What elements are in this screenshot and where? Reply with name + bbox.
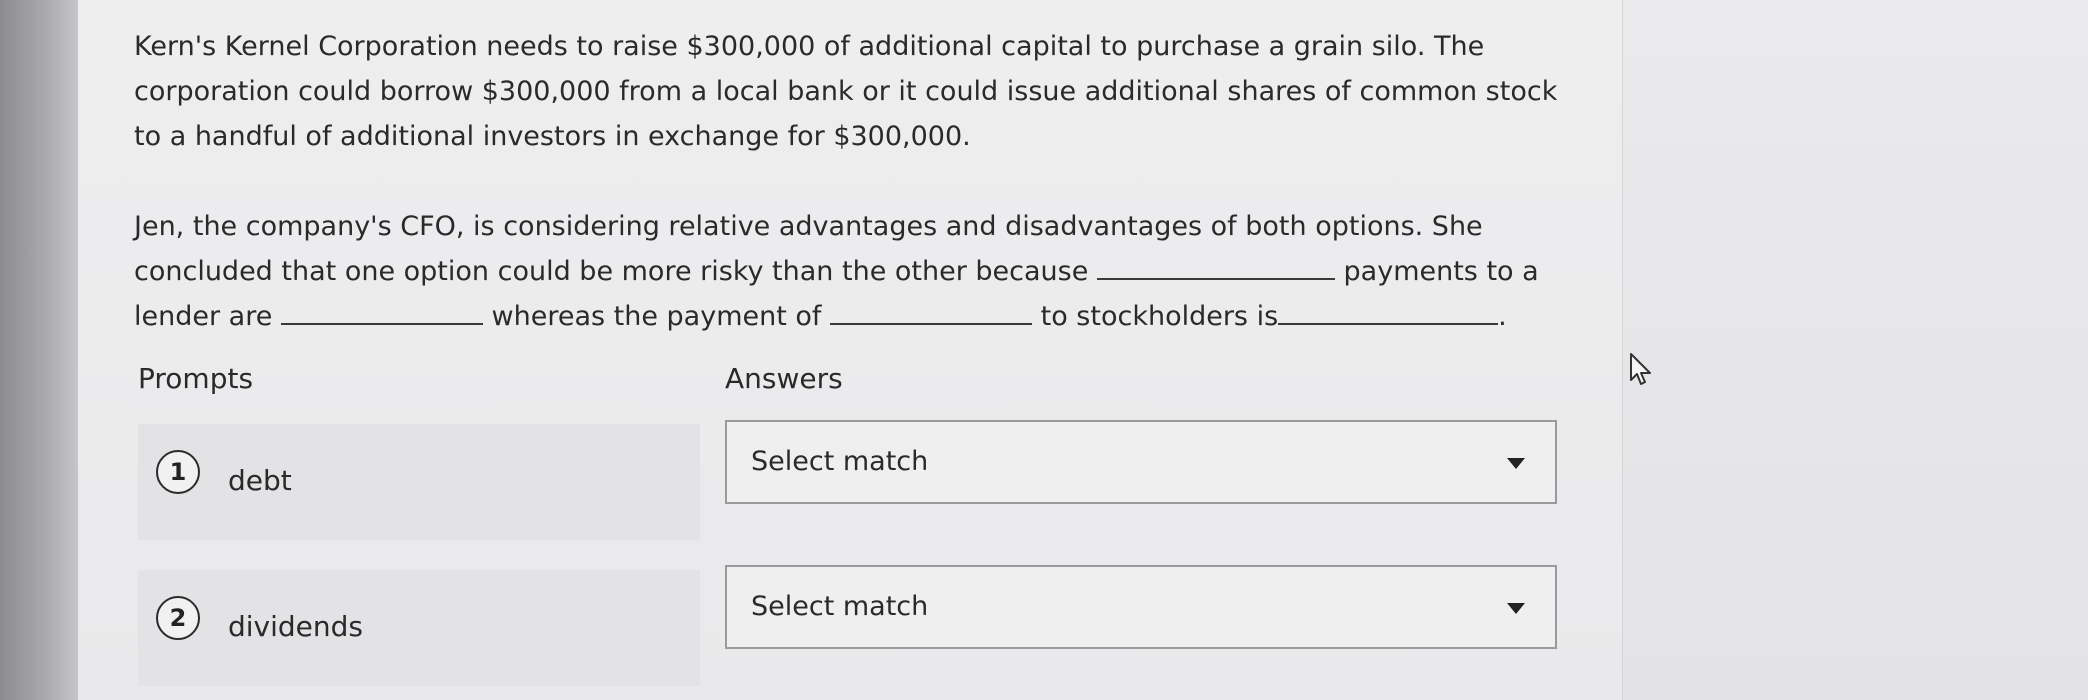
select-value: Select match: [751, 591, 929, 622]
select-value: Select match: [751, 446, 929, 477]
fill-in-sentence: Jen, the company's CFO, is considering r…: [134, 204, 1574, 339]
answer-select-1[interactable]: Select match: [725, 420, 1557, 504]
question-text: Kern's Kernel Corporation needs to raise…: [134, 31, 1558, 152]
prompt-label: debt: [228, 464, 292, 497]
caret-down-icon: [1507, 458, 1525, 469]
prompt-number-badge: 2: [156, 596, 200, 640]
blank-4: [1278, 301, 1499, 325]
prompt-label: dividends: [228, 610, 364, 643]
sentence-part-4: to stockholders is: [1040, 301, 1279, 332]
sentence-part-3: whereas the payment of: [491, 301, 822, 332]
page-background-right: [1623, 0, 2088, 700]
prompt-item: 1 debt: [138, 424, 700, 540]
prompt-item: 2 dividends: [138, 570, 700, 686]
answers-heading: Answers: [725, 362, 843, 395]
blank-3: [830, 301, 1033, 325]
sentence-end: .: [1498, 301, 1507, 332]
prompts-heading: Prompts: [138, 362, 254, 395]
blank-2: [280, 301, 483, 325]
screen-bezel: [0, 0, 78, 700]
blank-1: [1096, 256, 1335, 280]
prompt-number-badge: 1: [156, 450, 200, 494]
mouse-pointer-icon: [1630, 353, 1651, 385]
answer-select-2[interactable]: Select match: [725, 565, 1557, 649]
caret-down-icon: [1507, 603, 1525, 614]
